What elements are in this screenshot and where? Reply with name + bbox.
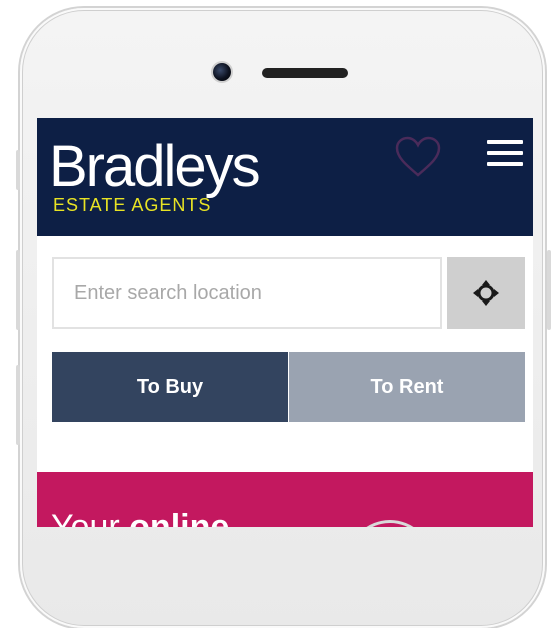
phone-screen: Bradleys ESTATE AGENTS To Buy To Rent Yo… — [37, 118, 533, 527]
earpiece-speaker — [262, 68, 348, 78]
brand-logo[interactable]: Bradleys — [49, 138, 261, 196]
heart-outline-icon[interactable] — [395, 136, 441, 178]
promo-heading: Your online — [51, 508, 229, 527]
phone-side-button — [16, 150, 20, 190]
phone-side-button — [16, 250, 20, 330]
front-camera — [213, 63, 231, 81]
promo-banner: Your online — [37, 472, 533, 527]
promo-heading-prefix: Your — [51, 508, 120, 527]
search-input[interactable] — [54, 258, 440, 328]
tab-to-rent[interactable]: To Rent — [289, 352, 525, 422]
site-header: Bradleys ESTATE AGENTS — [37, 118, 533, 236]
brand-tagline: ESTATE AGENTS — [53, 195, 212, 215]
promo-graphic — [347, 520, 433, 527]
phone-side-button — [547, 250, 551, 330]
tab-to-buy[interactable]: To Buy — [52, 352, 288, 422]
hamburger-menu-icon[interactable] — [487, 138, 523, 168]
locate-button[interactable] — [447, 257, 525, 329]
search-field[interactable] — [52, 257, 442, 329]
promo-heading-bold: online — [129, 508, 230, 527]
phone-side-button — [16, 365, 20, 445]
crosshair-locate-icon — [473, 280, 499, 306]
